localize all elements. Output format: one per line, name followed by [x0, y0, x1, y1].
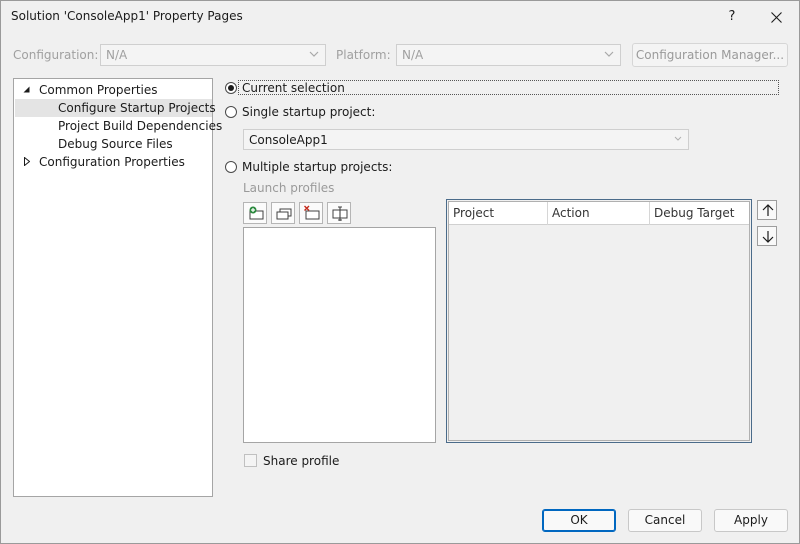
navigation-tree: Common Properties Configure Startup Proj… — [13, 78, 222, 497]
move-down-button[interactable] — [757, 226, 777, 246]
title-bar: Solution 'ConsoleApp1' Property Pages ? — [1, 1, 799, 33]
tree-item-label: Configure Startup Projects — [58, 101, 216, 115]
move-down-icon — [762, 231, 774, 243]
rename-profile-icon — [332, 206, 348, 221]
multiple-startup-radio[interactable] — [225, 161, 237, 173]
single-startup-label[interactable]: Single startup project: — [242, 105, 375, 119]
tree-item-project-build-dependencies[interactable]: Project Build Dependencies — [14, 117, 222, 135]
column-header-debug-target[interactable]: Debug Target — [650, 202, 751, 225]
single-startup-value: ConsoleApp1 — [249, 133, 328, 147]
property-pages-dialog: Solution 'ConsoleApp1' Property Pages ? … — [0, 0, 800, 544]
rename-profile-button[interactable] — [327, 202, 351, 224]
window-title: Solution 'ConsoleApp1' Property Pages — [11, 9, 243, 23]
tree-item-configuration-properties[interactable]: Configuration Properties — [14, 153, 212, 171]
cancel-button[interactable]: Cancel — [628, 509, 702, 532]
chevron-down-icon — [309, 51, 319, 57]
duplicate-profile-icon — [276, 208, 292, 220]
move-up-icon — [762, 204, 774, 216]
duplicate-profile-button[interactable] — [271, 202, 295, 224]
close-icon — [771, 12, 782, 23]
tree-item-common-properties[interactable]: Common Properties — [14, 81, 212, 99]
launch-profiles-list[interactable] — [243, 227, 436, 443]
single-startup-combo[interactable]: ConsoleApp1 — [243, 129, 689, 150]
single-startup-radio[interactable] — [225, 106, 237, 118]
tree-item-label: Project Build Dependencies — [58, 119, 223, 133]
configuration-label: Configuration: — [13, 48, 99, 62]
help-button[interactable]: ? — [717, 4, 747, 30]
remove-profile-icon — [304, 205, 320, 220]
grid-body: Project Action Debug Target — [448, 201, 750, 441]
add-profile-icon — [249, 206, 264, 220]
chevron-down-icon — [674, 136, 682, 141]
tree-item-label: Common Properties — [39, 83, 158, 97]
radio-selected-dot — [228, 85, 234, 91]
tree-item-label: Configuration Properties — [39, 155, 185, 169]
grid-header: Project Action Debug Target — [449, 202, 749, 225]
configuration-manager-button[interactable]: Configuration Manager... — [632, 43, 788, 67]
move-up-button[interactable] — [757, 200, 777, 220]
tree-item-label: Debug Source Files — [58, 137, 173, 151]
share-profile-label[interactable]: Share profile — [263, 454, 339, 468]
expand-arrow-icon[interactable] — [24, 157, 30, 166]
tree-item-configure-startup-projects[interactable]: Configure Startup Projects — [15, 99, 216, 117]
launch-profiles-label: Launch profiles — [243, 181, 335, 195]
startup-projects-grid[interactable]: Project Action Debug Target — [446, 199, 752, 443]
apply-button[interactable]: Apply — [714, 509, 788, 532]
configuration-combo[interactable]: N/A — [100, 44, 326, 66]
remove-profile-button[interactable] — [299, 202, 323, 224]
platform-value: N/A — [402, 48, 424, 62]
close-button[interactable] — [761, 4, 791, 30]
column-header-project[interactable]: Project — [449, 202, 548, 225]
platform-combo[interactable]: N/A — [396, 44, 621, 66]
ok-button[interactable]: OK — [542, 509, 616, 532]
current-selection-radio[interactable] — [225, 82, 237, 94]
add-profile-button[interactable] — [243, 202, 267, 224]
multiple-startup-label[interactable]: Multiple startup projects: — [242, 160, 392, 174]
configuration-value: N/A — [106, 48, 128, 62]
share-profile-checkbox[interactable] — [244, 454, 257, 467]
tree-item-debug-source-files[interactable]: Debug Source Files — [14, 135, 212, 153]
platform-label: Platform: — [336, 48, 391, 62]
collapse-arrow-icon[interactable] — [23, 86, 30, 93]
column-header-action[interactable]: Action — [548, 202, 650, 225]
chevron-down-icon — [604, 51, 614, 57]
current-selection-label[interactable]: Current selection — [242, 81, 345, 95]
